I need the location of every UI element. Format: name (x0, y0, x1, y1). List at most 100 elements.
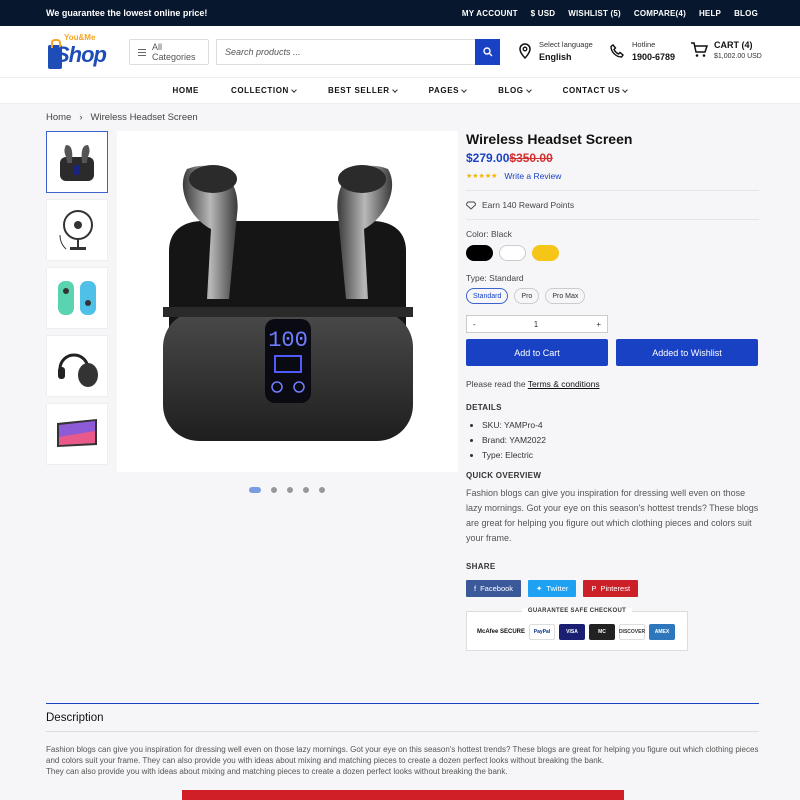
wishlist-link[interactable]: WISHLIST (5) (568, 9, 621, 18)
product-price: $279.00$350.00 (466, 151, 759, 165)
logo[interactable]: You&Me Shop (46, 31, 110, 73)
carousel-dot-4[interactable] (303, 487, 309, 493)
carousel-dot-2[interactable] (271, 487, 277, 493)
cart-button[interactable]: CART (4) $1,002.00 USD (690, 40, 762, 60)
type-standard[interactable]: Standard (466, 288, 509, 304)
nav-contact[interactable]: CONTACT US (562, 86, 629, 95)
language-small-label: Select language (539, 40, 593, 49)
hotline-label: Hotline (632, 40, 656, 49)
main-nav: HOME COLLECTION BEST SELLER PAGES BLOG C… (0, 78, 800, 104)
nav-pages[interactable]: PAGES (428, 86, 467, 95)
cart-icon (691, 42, 708, 57)
diamond-icon (466, 201, 476, 210)
product-info: Wireless Headset Screen $279.00$350.00 ★… (466, 131, 759, 651)
nav-blog-label: BLOG (498, 86, 524, 95)
color-label: Color: Black (466, 229, 512, 239)
action-buttons: Add to Cart Added to Wishlist (466, 339, 759, 366)
my-account-link[interactable]: MY ACCOUNT (462, 9, 518, 18)
blog-link[interactable]: BLOG (734, 9, 758, 18)
thumbnail-fan[interactable] (46, 199, 108, 261)
color-swatch-black[interactable] (466, 245, 493, 261)
add-to-wishlist-button[interactable]: Added to Wishlist (616, 339, 758, 366)
details-heading: DETAILS (466, 403, 502, 412)
type-options: Standard Pro Pro Max (466, 288, 759, 304)
search-input[interactable]: Search products ... (216, 39, 476, 65)
safe-checkout-title: GUARANTEE SAFE CHECKOUT (521, 608, 633, 614)
share-pinterest-button[interactable]: P Pinterest (583, 580, 639, 597)
main-product-image[interactable]: 100 (117, 131, 458, 472)
reward-points: Earn 140 Reward Points (466, 200, 759, 210)
quantity-increase-button[interactable]: + (596, 320, 601, 329)
type-pro-max[interactable]: Pro Max (545, 288, 586, 304)
nav-collection[interactable]: COLLECTION (230, 86, 297, 95)
hotline-number: 1900-6789 (632, 52, 676, 62)
thumbnail-monitor[interactable] (46, 403, 108, 465)
share-heading: SHARE (466, 562, 496, 571)
color-swatch-white[interactable] (499, 245, 526, 261)
logo-main-text: Shop (55, 41, 107, 67)
search-placeholder: Search products ... (225, 47, 301, 57)
breadcrumb: Home › Wireless Headset Screen (46, 112, 198, 123)
thumbnail-earbuds[interactable] (46, 131, 108, 193)
quantity-decrease-button[interactable]: - (473, 320, 476, 329)
share-facebook-button[interactable]: f Facebook (466, 580, 522, 597)
color-swatch-yellow[interactable] (532, 245, 559, 261)
chevron-right-icon: › (79, 112, 83, 123)
search-button[interactable] (475, 39, 500, 65)
top-bar: We guarantee the lowest online price! MY… (0, 0, 800, 26)
nav-collection-label: COLLECTION (230, 86, 289, 95)
phone-icon (610, 44, 624, 58)
language-value: English (539, 52, 572, 62)
wireless-earbuds-image: 100 (163, 165, 413, 441)
help-link[interactable]: HELP (699, 9, 721, 18)
discover-icon: DISCOVER (619, 624, 645, 640)
nav-pages-label: PAGES (428, 86, 460, 95)
cart-label: CART (4) (714, 40, 753, 50)
carousel-dot-3[interactable] (287, 487, 293, 493)
compare-link[interactable]: COMPARE(4) (634, 9, 686, 18)
hotline: Hotline 1900-6789 (610, 40, 675, 62)
payment-icons: McAfee SECURE PayPal VISA MC DISCOVER AM… (477, 624, 675, 640)
description-paragraph-2: They can also provide you with ideas abo… (46, 767, 508, 776)
nav-blog[interactable]: BLOG (498, 86, 532, 95)
thumbnail-headphones[interactable] (46, 335, 108, 397)
all-categories-button[interactable]: All Categories (129, 39, 209, 65)
language-selector[interactable]: Select language English (518, 40, 593, 62)
site-header: You&Me Shop All Categories Search produc… (0, 26, 800, 78)
all-categories-label: All Categories (152, 42, 196, 62)
amex-icon: AMEX (649, 624, 675, 640)
details-list: SKU: YAMPro-4 Brand: YAM2022 Type: Elect… (466, 418, 759, 463)
nav-home-label: HOME (172, 86, 199, 95)
description-tab[interactable]: Description (46, 704, 759, 732)
share-buttons: f Facebook ✦ Twitter P Pinterest (466, 580, 759, 597)
thumbnail-list (46, 131, 108, 471)
quantity-stepper: - 1 + (466, 315, 608, 333)
facebook-icon: f (474, 584, 477, 593)
divider (466, 219, 759, 220)
nav-home[interactable]: HOME (173, 86, 199, 95)
thumbnail-game-controller[interactable] (46, 267, 108, 329)
color-swatches (466, 245, 759, 261)
quantity-input[interactable]: 1 (534, 320, 538, 329)
twitter-label: Twitter (546, 584, 569, 593)
nav-contact-label: CONTACT US (562, 86, 621, 95)
terms-row: Please read the Terms & conditions (466, 379, 759, 389)
menu-icon (138, 48, 146, 56)
carousel-dot-5[interactable] (319, 487, 325, 493)
carousel-dot-1[interactable] (249, 487, 261, 493)
reward-text: Earn 140 Reward Points (482, 200, 575, 210)
mcafee-icon: McAfee SECURE (477, 624, 525, 640)
type-pro[interactable]: Pro (514, 288, 540, 304)
promo-text: We guarantee the lowest online price! (46, 8, 208, 18)
terms-link[interactable]: Terms & conditions (528, 379, 600, 389)
safe-checkout-box: GUARANTEE SAFE CHECKOUT McAfee SECURE Pa… (466, 608, 688, 651)
add-to-cart-button[interactable]: Add to Cart (466, 339, 608, 366)
write-review-link[interactable]: Write a Review (504, 171, 561, 181)
nav-best-seller-label: BEST SELLER (327, 86, 390, 95)
breadcrumb-home[interactable]: Home (46, 112, 71, 123)
currency-link[interactable]: $ USD (531, 9, 556, 18)
nav-best-seller[interactable]: BEST SELLER (327, 86, 398, 95)
chevron-down-icon (622, 86, 629, 93)
game-controller-image (58, 281, 96, 315)
share-twitter-button[interactable]: ✦ Twitter (528, 580, 577, 597)
